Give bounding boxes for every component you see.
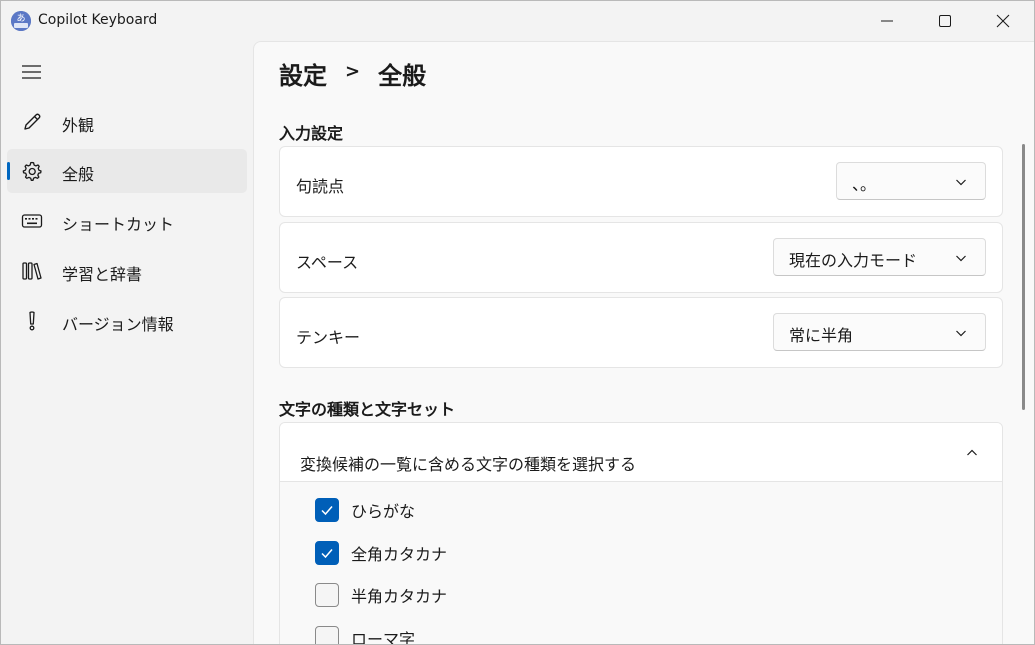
breadcrumb-parent[interactable]: 設定 [279,56,327,91]
breadcrumb: 設定 > 全般 [279,56,426,91]
checkbox-box[interactable] [315,626,339,644]
dropdown-value: 現在の入力モード [789,251,918,270]
svg-text:あ: あ [16,13,25,24]
section-heading-input-settings: 入力設定 [279,124,344,143]
vertical-scrollbar[interactable] [1022,144,1025,410]
charset-expander: 変換候補の一覧に含める文字の種類を選択する ひらがな 全角カタカナ 半角カタカナ… [279,422,1003,645]
close-button[interactable] [974,1,1032,41]
expander-title: 変換候補の一覧に含める文字の種類を選択する [300,455,637,474]
setting-card-numpad: テンキー 常に半角 [279,297,1003,368]
app-logo-icon: あ [11,11,31,31]
checkbox-label: ひらがな [351,502,416,521]
sidebar-item-label: バージョン情報 [62,315,174,334]
numpad-dropdown[interactable]: 常に半角 [773,313,986,351]
sidebar: 外観 全般 ショートカット 学習と辞書 バージョン情報 [1,41,253,644]
setting-label: 句読点 [296,177,345,196]
keyboard-icon [21,214,43,228]
setting-label: スペース [296,253,359,272]
checkbox-label: ローマ字 [351,630,416,645]
checkbox-box[interactable] [315,541,339,565]
minimize-button[interactable] [858,1,916,41]
minimize-icon [881,20,893,22]
sidebar-item-appearance[interactable]: 外観 [7,100,247,144]
hamburger-icon [22,65,41,79]
app-window: あ Copilot Keyboard 外観 全般 ショートカット 学習と辞書 バ… [0,0,1035,645]
sidebar-item-learning-dictionary[interactable]: 学習と辞書 [7,249,247,293]
sidebar-item-label: ショートカット [62,215,175,234]
checkbox-box[interactable] [315,498,339,522]
library-icon [22,262,42,280]
gear-icon [22,161,42,181]
selection-indicator [7,162,10,180]
menu-toggle-button[interactable] [21,63,43,81]
expander-body: ひらがな 全角カタカナ 半角カタカナ ローマ字 [280,481,1002,645]
title-bar: あ Copilot Keyboard [1,1,1034,41]
sidebar-item-label: 全般 [62,165,95,184]
sidebar-item-label: 外観 [62,116,95,135]
checkmark-icon [321,506,333,516]
setting-label: テンキー [296,328,361,347]
checkmark-icon [321,549,333,559]
setting-card-punctuation: 句読点 、。 [279,146,1003,217]
chevron-down-icon [956,255,966,262]
checkbox-romaji[interactable]: ローマ字 [315,625,416,645]
content-pane: 設定 > 全般 入力設定 句読点 、。 スペース 現在の入力モード テンキー 常 [253,41,1034,645]
window-title: Copilot Keyboard [38,12,158,28]
expander-header[interactable]: 変換候補の一覧に含める文字の種類を選択する [280,423,1002,481]
pencil-icon [24,113,41,130]
chevron-down-icon [956,179,966,186]
punctuation-dropdown[interactable]: 、。 [836,162,986,200]
chevron-up-icon [967,449,977,456]
chevron-down-icon [956,330,966,337]
sidebar-item-general[interactable]: 全般 [7,149,247,193]
checkbox-hiragana[interactable]: ひらがな [315,497,415,523]
maximize-icon [939,15,951,27]
close-icon [996,14,1010,28]
checkbox-halfwidth-katakana[interactable]: 半角カタカナ [315,582,447,608]
breadcrumb-separator: > [345,61,361,82]
sidebar-item-shortcuts[interactable]: ショートカット [7,199,247,243]
setting-card-space: スペース 現在の入力モード [279,222,1003,293]
section-heading-charset: 文字の種類と文字セット [279,400,456,419]
dropdown-value: 常に半角 [789,326,854,345]
maximize-button[interactable] [916,1,974,41]
space-dropdown[interactable]: 現在の入力モード [773,238,986,276]
sidebar-item-version-info[interactable]: バージョン情報 [7,299,247,343]
checkbox-fullwidth-katakana[interactable]: 全角カタカナ [315,540,447,566]
info-icon [29,311,35,331]
dropdown-value: 、。 [852,175,877,194]
checkbox-label: 半角カタカナ [351,587,448,606]
checkbox-label: 全角カタカナ [351,545,448,564]
checkbox-box[interactable] [315,583,339,607]
sidebar-item-label: 学習と辞書 [62,265,143,284]
breadcrumb-current: 全般 [378,62,427,90]
